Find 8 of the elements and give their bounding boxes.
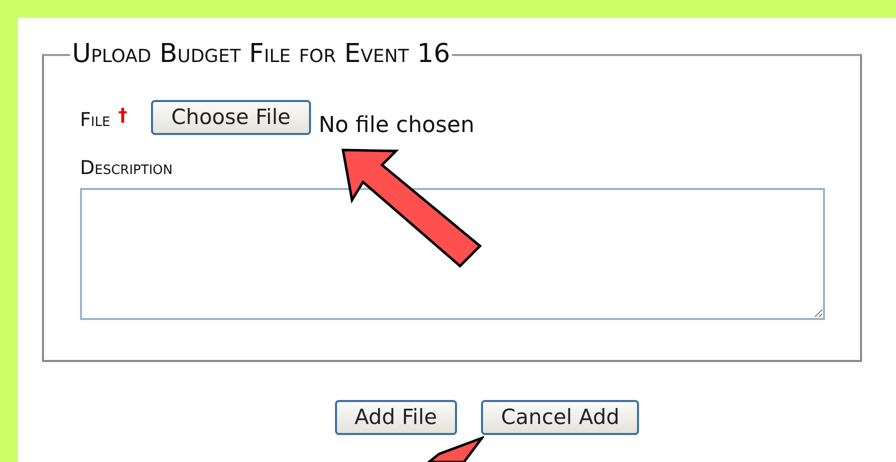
choose-file-button[interactable]: Choose File <box>151 100 311 136</box>
add-file-button[interactable]: Add File <box>334 400 457 436</box>
field-label: Description <box>80 156 174 181</box>
cancel-button[interactable]: Cancel Add <box>481 400 640 436</box>
form-title: Upload Budget File for Event 16 <box>71 38 452 71</box>
file-status: No file chosen <box>318 112 474 140</box>
required-mark: † <box>118 104 128 128</box>
field-label: File <box>80 108 110 133</box>
